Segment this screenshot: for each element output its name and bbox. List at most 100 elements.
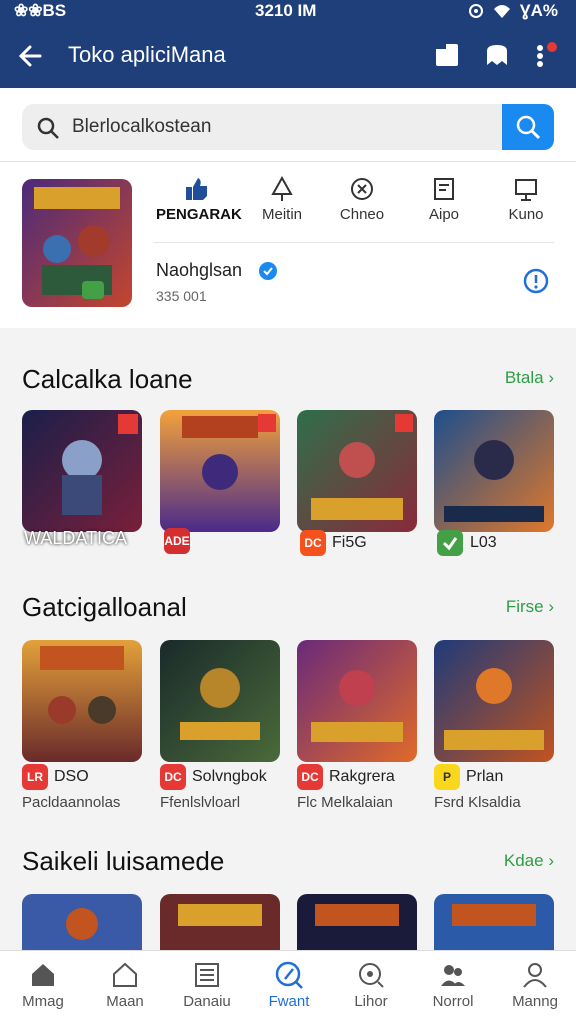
nav-label: Mmag [22, 993, 64, 1010]
search-icon [516, 115, 541, 140]
section-more-link[interactable]: Btala › [505, 368, 554, 388]
nav-lihor[interactable]: Lihor [330, 961, 412, 1010]
game-tile[interactable] [297, 410, 417, 532]
tree-icon [271, 176, 293, 201]
search-icon [37, 117, 59, 139]
game-badge-icon [437, 530, 463, 556]
category-label: Chneo [339, 206, 385, 223]
game-title: Prlan [466, 768, 504, 785]
nav-label: Fwant [268, 993, 310, 1010]
game-title: Solvngbok [192, 768, 267, 785]
game-tile[interactable] [22, 894, 142, 950]
game-title: Fi5G [332, 534, 367, 551]
bottom-navigation: Mmag Maan Danaiu Fwant Lihor Norrol Mann… [0, 950, 576, 1024]
status-time: 3210 IM [255, 1, 317, 20]
more-menu-icon[interactable] [532, 41, 560, 69]
game-tile[interactable] [160, 894, 280, 950]
more-label: Kdae [503, 851, 544, 870]
game-tile[interactable] [434, 894, 554, 950]
cast-icon [515, 179, 537, 201]
search-area: Blerlocalkostean [0, 88, 576, 162]
chevron-right-icon: › [548, 851, 554, 870]
wifi-icon [493, 5, 510, 18]
nav-danaiu[interactable]: Danaiu [166, 961, 248, 1010]
person-icon [523, 963, 547, 988]
nav-norrol[interactable]: Norrol [412, 961, 494, 1010]
game-tile[interactable] [22, 640, 142, 762]
chevron-right-icon: › [548, 597, 554, 616]
person-group-icon [441, 965, 465, 986]
category-kuno[interactable]: Kuno [486, 176, 566, 223]
nav-mmag[interactable]: Mmag [2, 961, 84, 1010]
category-chneo[interactable]: Chneo [322, 176, 402, 223]
category-label: PENGARAK [156, 206, 242, 223]
featured-app-thumbnail[interactable] [22, 179, 132, 307]
nav-label: Danaiu [183, 993, 231, 1010]
game-tile[interactable] [297, 640, 417, 762]
section-title: Gatcigalloanal [22, 592, 187, 622]
app-bar: Toko apliciMana [0, 24, 576, 88]
game-badge: DC [297, 764, 323, 790]
game-title: L03 [470, 534, 497, 551]
more-label: Firse [505, 597, 544, 616]
game-title: Rakgrera [329, 768, 395, 785]
battery-text: ƔA% [519, 1, 558, 20]
divider [154, 242, 554, 243]
category-meitin[interactable]: Meitin [242, 176, 322, 223]
search-input[interactable]: Blerlocalkostean [22, 104, 502, 150]
section-more-link[interactable]: Kdae › [504, 851, 554, 871]
category-pengarak[interactable]: PENGARAK [156, 176, 242, 223]
thumb-icon [186, 178, 207, 200]
location-icon [468, 4, 483, 18]
nav-label: Lihor [354, 993, 388, 1010]
game-tile[interactable] [160, 410, 280, 532]
page-title: Toko apliciMana [68, 42, 226, 67]
verified-icon [259, 262, 277, 280]
search-placeholder: Blerlocalkostean [72, 116, 212, 137]
section-title: Saikeli luisamede [22, 846, 225, 876]
game-title: WALDATICA [24, 528, 128, 548]
more-label: Btala [504, 368, 544, 387]
game-badge: DC [160, 764, 186, 790]
category-label: Meitin [261, 206, 302, 223]
status-left: ❀❀BS [14, 1, 67, 20]
settings-icon [359, 963, 384, 988]
game-badge: ADE [164, 528, 190, 554]
nav-label: Norrol [432, 993, 474, 1010]
category-aipo[interactable]: Aipo [404, 176, 484, 223]
game-tile[interactable] [297, 894, 417, 950]
game-tile[interactable] [434, 640, 554, 762]
game-badge: DC [300, 530, 326, 556]
nav-manng[interactable]: Manng [494, 961, 576, 1010]
nav-fwant[interactable]: Fwant [248, 961, 330, 1010]
nav-maan[interactable]: Maan [84, 961, 166, 1010]
newspaper-icon [195, 963, 219, 987]
doc-icon [434, 178, 454, 200]
back-arrow-icon[interactable] [16, 42, 44, 70]
category-label: Kuno [508, 206, 544, 223]
home-icon [32, 964, 54, 986]
game-tile[interactable] [22, 410, 142, 532]
search-button[interactable] [502, 104, 554, 150]
game-subtitle: Fsrd Klsaldia [434, 794, 521, 811]
game-title: DSO [54, 768, 89, 785]
featured-app-size: 335 001 [156, 288, 207, 304]
section-title: Calcalka loane [22, 364, 193, 394]
game-subtitle: Pacldaannolas [22, 794, 121, 811]
game-subtitle: Flc Melkalaian [297, 794, 393, 811]
nav-label: Maan [106, 993, 144, 1010]
bookmark-icon[interactable] [433, 41, 461, 69]
game-tile[interactable] [434, 410, 554, 532]
info-icon[interactable] [522, 267, 550, 295]
chevron-right-icon: › [548, 368, 554, 387]
featured-app-name: Naohglsan [156, 260, 243, 280]
game-subtitle: Ffenlslvloarl [160, 794, 241, 811]
game-tile[interactable] [160, 640, 280, 762]
section-more-link[interactable]: Firse › [506, 597, 554, 617]
category-label: Aipo [428, 206, 460, 223]
game-badge: P [434, 764, 460, 790]
library-icon[interactable] [483, 41, 511, 69]
status-bar: ❀❀BS 3210 IM ƔA% [0, 0, 576, 24]
house-outline-icon [113, 962, 137, 987]
search-circle-icon [275, 961, 303, 989]
